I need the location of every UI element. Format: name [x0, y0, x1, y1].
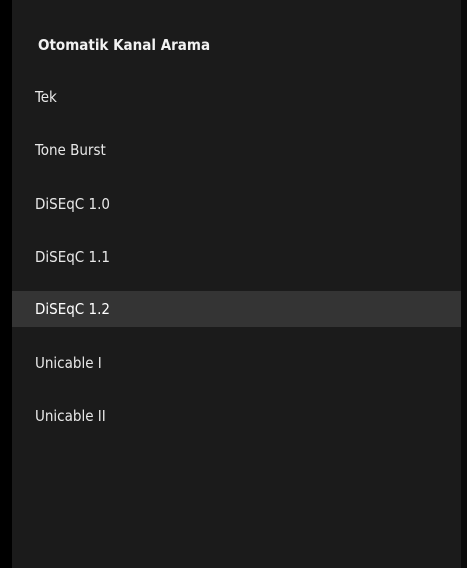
satellite-type-panel: Otomatik Kanal Arama Tek Tone Burst DiSE… [12, 0, 461, 568]
option-tek[interactable]: Tek [12, 79, 461, 115]
left-margin [0, 0, 12, 568]
option-diseqc-1-2[interactable]: DiSEqC 1.2 [12, 291, 461, 327]
option-unicable-1[interactable]: Unicable I [12, 345, 461, 381]
option-list: Tek Tone Burst DiSEqC 1.0 DiSEqC 1.1 DiS… [12, 0, 461, 568]
right-margin [461, 0, 467, 568]
option-diseqc-1-0[interactable]: DiSEqC 1.0 [12, 186, 461, 222]
option-tone-burst[interactable]: Tone Burst [12, 132, 461, 168]
option-diseqc-1-1[interactable]: DiSEqC 1.1 [12, 239, 461, 275]
option-unicable-2[interactable]: Unicable II [12, 398, 461, 434]
